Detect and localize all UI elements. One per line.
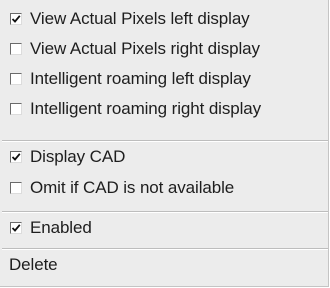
menu-item-display-cad[interactable]: Display CAD xyxy=(0,143,328,173)
menu-separator xyxy=(2,140,328,142)
menu-separator xyxy=(2,211,328,213)
checkmark-icon xyxy=(11,15,21,23)
menu-item-intelligent-roaming-right[interactable]: Intelligent roaming right display xyxy=(0,95,328,125)
menu-separator xyxy=(2,248,328,250)
menu-item-enabled[interactable]: Enabled xyxy=(0,214,328,244)
menu-item-view-actual-pixels-left[interactable]: View Actual Pixels left display xyxy=(0,5,328,35)
menu-item-label: Omit if CAD is not available xyxy=(30,178,235,197)
checkmark-icon xyxy=(11,224,21,232)
checkbox-enabled[interactable] xyxy=(10,222,22,234)
menu-item-label: Intelligent roaming right display xyxy=(30,99,262,118)
checkbox-view-actual-pixels-left[interactable] xyxy=(10,13,22,25)
menu-item-omit-if-cad-not-available[interactable]: Omit if CAD is not available xyxy=(0,174,328,204)
checkbox-intelligent-roaming-left[interactable] xyxy=(10,73,22,85)
checkmark-icon xyxy=(11,153,21,161)
menu-item-intelligent-roaming-left[interactable]: Intelligent roaming left display xyxy=(0,65,328,95)
context-menu: View Actual Pixels left display View Act… xyxy=(0,0,329,287)
menu-item-label: Display CAD xyxy=(30,147,126,166)
menu-item-label: Intelligent roaming left display xyxy=(30,69,251,88)
menu-item-label: View Actual Pixels left display xyxy=(30,9,250,28)
menu-item-label: Enabled xyxy=(30,218,92,237)
menu-item-label: View Actual Pixels right display xyxy=(30,39,260,58)
menu-item-view-actual-pixels-right[interactable]: View Actual Pixels right display xyxy=(0,35,328,65)
checkbox-display-cad[interactable] xyxy=(10,151,22,163)
menu-item-delete[interactable]: Delete xyxy=(0,251,328,281)
checkbox-view-actual-pixels-right[interactable] xyxy=(10,43,22,55)
checkbox-intelligent-roaming-right[interactable] xyxy=(10,103,22,115)
checkbox-omit-if-cad-not-available[interactable] xyxy=(10,182,22,194)
delete-label: Delete xyxy=(9,255,58,274)
